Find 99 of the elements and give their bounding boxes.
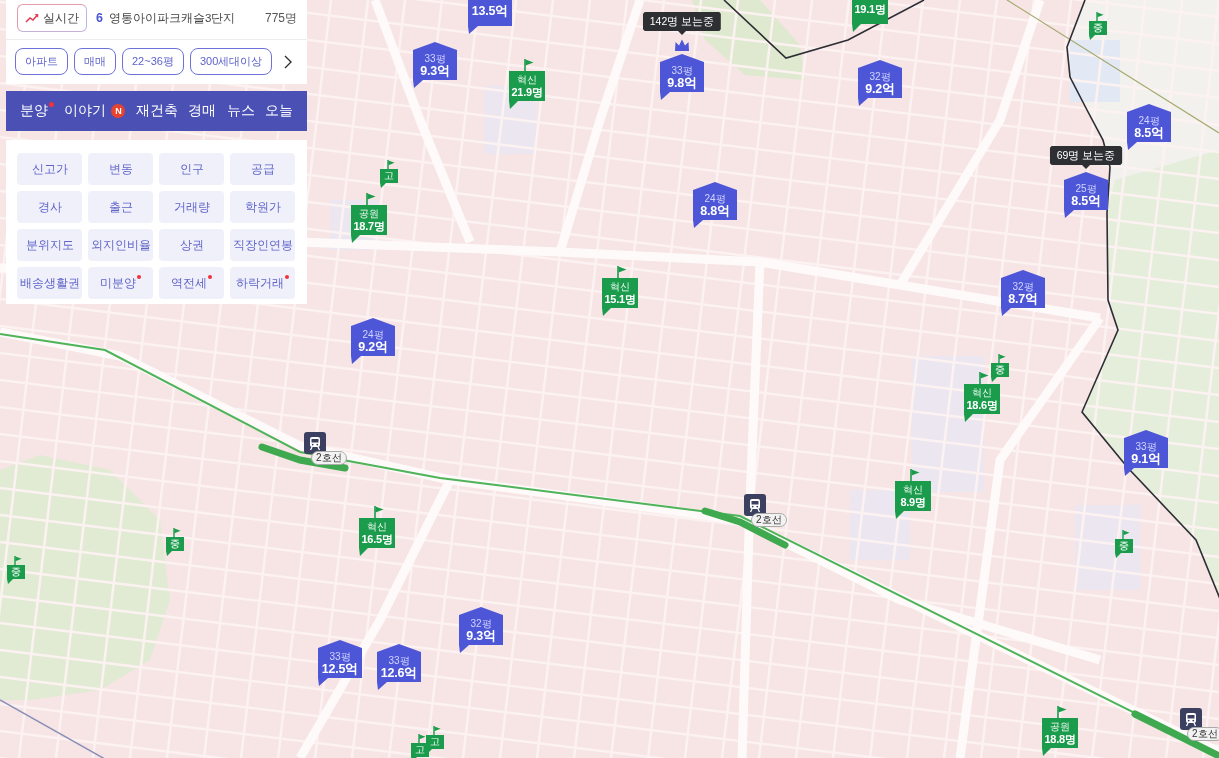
new-badge: N — [111, 104, 126, 118]
new-dot-icon — [137, 275, 141, 279]
train-icon[interactable] — [744, 494, 766, 516]
score-value: 16.5명 — [361, 532, 393, 546]
layer-button[interactable]: 직장인연봉 — [230, 229, 295, 261]
flag-icon — [1096, 12, 1104, 21]
unit-size-label: 24평 — [362, 328, 384, 340]
chevron-right-icon[interactable] — [284, 54, 293, 69]
filter-chip[interactable]: 아파트 — [15, 48, 68, 75]
new-dot-icon — [208, 275, 212, 279]
score-value: 19.1명 — [854, 2, 886, 16]
score-label: 공원 — [1050, 720, 1070, 732]
layer-button[interactable]: 변동 — [88, 153, 153, 185]
layer-button[interactable]: 미분양 — [88, 267, 153, 299]
score-value: 8.9명 — [900, 495, 926, 509]
new-dot-icon — [49, 102, 54, 107]
filter-chip[interactable]: 22~36평 — [122, 48, 184, 75]
unit-size-label: 24평 — [704, 192, 726, 204]
price-label: 9.8억 — [667, 75, 697, 90]
rank-number: 6 — [96, 11, 103, 25]
layer-button[interactable]: 하락거래 — [230, 267, 295, 299]
category-tab[interactable]: 오늘 — [264, 102, 293, 120]
flag-icon — [1122, 530, 1130, 539]
price-label: 12.6억 — [380, 665, 418, 680]
layer-button[interactable]: 분위지도 — [17, 229, 82, 261]
layer-button[interactable]: 역전세 — [159, 267, 224, 299]
price-label: 9.2억 — [865, 81, 895, 96]
score-label: 혁신 — [367, 520, 387, 532]
layer-button[interactable]: 배송생활권 — [17, 267, 82, 299]
unit-size-label: 33평 — [388, 654, 410, 666]
layer-button[interactable]: 출근 — [88, 191, 153, 223]
flag-icon — [387, 160, 395, 169]
price-label: 8.5억 — [1134, 125, 1164, 140]
category-tab[interactable]: 분양 — [20, 102, 54, 120]
flag-icon — [374, 506, 384, 518]
price-label: 9.3억 — [466, 628, 496, 643]
price-label: 9.2억 — [358, 339, 388, 354]
flag-icon — [366, 193, 376, 205]
new-dot-icon — [285, 275, 289, 279]
flag-icon — [173, 528, 181, 537]
layer-button[interactable]: 경사 — [17, 191, 82, 223]
unit-size-label: 33평 — [329, 650, 351, 662]
unit-size-label: 32평 — [869, 70, 891, 82]
score-label: 혁신 — [517, 73, 537, 85]
unit-size-label: 33평 — [1135, 440, 1157, 452]
train-icon[interactable] — [304, 432, 326, 454]
line-label: 2호선 — [751, 513, 787, 527]
score-label: 혁신 — [903, 483, 923, 495]
layer-button[interactable]: 상권 — [159, 229, 224, 261]
price-label: 8.7억 — [1008, 291, 1038, 306]
line-label: 2호선 — [1187, 727, 1219, 741]
score-value: 18.7명 — [353, 219, 385, 233]
price-label: 12.5억 — [321, 661, 359, 676]
viewer-count: 775명 — [264, 9, 297, 27]
score-value: 15.1명 — [604, 292, 636, 306]
unit-size-label: 25평 — [1075, 182, 1097, 194]
layer-button[interactable]: 거래량 — [159, 191, 224, 223]
flag-icon — [998, 354, 1006, 363]
score-value: 18.8명 — [1044, 732, 1076, 746]
flag-icon — [617, 266, 627, 278]
realtime-button[interactable]: 실시간 — [17, 4, 87, 32]
layer-button[interactable]: 학원가 — [230, 191, 295, 223]
flag-icon — [1057, 706, 1067, 718]
score-value: 21.9명 — [511, 85, 543, 99]
layer-button[interactable]: 외지인비율 — [88, 229, 153, 261]
filter-chip[interactable]: 300세대이상 — [189, 48, 273, 75]
flag-icon — [910, 469, 920, 481]
score-label: 공원 — [359, 207, 379, 219]
unit-size-label: 32평 — [470, 617, 492, 629]
layer-button[interactable]: 신고가 — [17, 153, 82, 185]
price-label: 13.5억 — [471, 4, 509, 18]
category-tab[interactable]: 재건축 — [135, 102, 178, 120]
unit-size-label: 33평 — [671, 64, 693, 76]
unit-size-label: 32평 — [1012, 280, 1034, 292]
unit-size-label: 33평 — [424, 52, 446, 64]
flag-icon — [524, 59, 534, 71]
price-label: 9.3억 — [420, 63, 450, 78]
category-tab[interactable]: 이야기 N — [64, 102, 126, 120]
flag-icon — [14, 556, 22, 565]
line-label: 2호선 — [311, 451, 347, 465]
score-label: 혁신 — [972, 386, 992, 398]
score-label: 혁신 — [610, 280, 630, 292]
score-value: 18.6명 — [966, 398, 998, 412]
train-icon[interactable] — [1180, 708, 1202, 730]
category-tab[interactable]: 경매 — [188, 102, 217, 120]
trending-up-icon — [25, 13, 39, 23]
category-tab[interactable]: 뉴스 — [226, 102, 255, 120]
flag-icon — [433, 726, 441, 735]
layer-button[interactable]: 인구 — [159, 153, 224, 185]
flag-icon — [418, 734, 426, 743]
crown-icon — [674, 39, 690, 52]
layer-button[interactable]: 공급 — [230, 153, 295, 185]
unit-size-label: 24평 — [1138, 114, 1160, 126]
price-label: 8.5억 — [1071, 193, 1101, 208]
flag-icon — [979, 372, 989, 384]
complex-name[interactable]: 영통아이파크캐슬3단지 — [108, 10, 236, 26]
price-label: 9.1억 — [1131, 451, 1161, 466]
filter-chip[interactable]: 매매 — [74, 48, 116, 75]
price-label: 8.8억 — [700, 203, 730, 218]
